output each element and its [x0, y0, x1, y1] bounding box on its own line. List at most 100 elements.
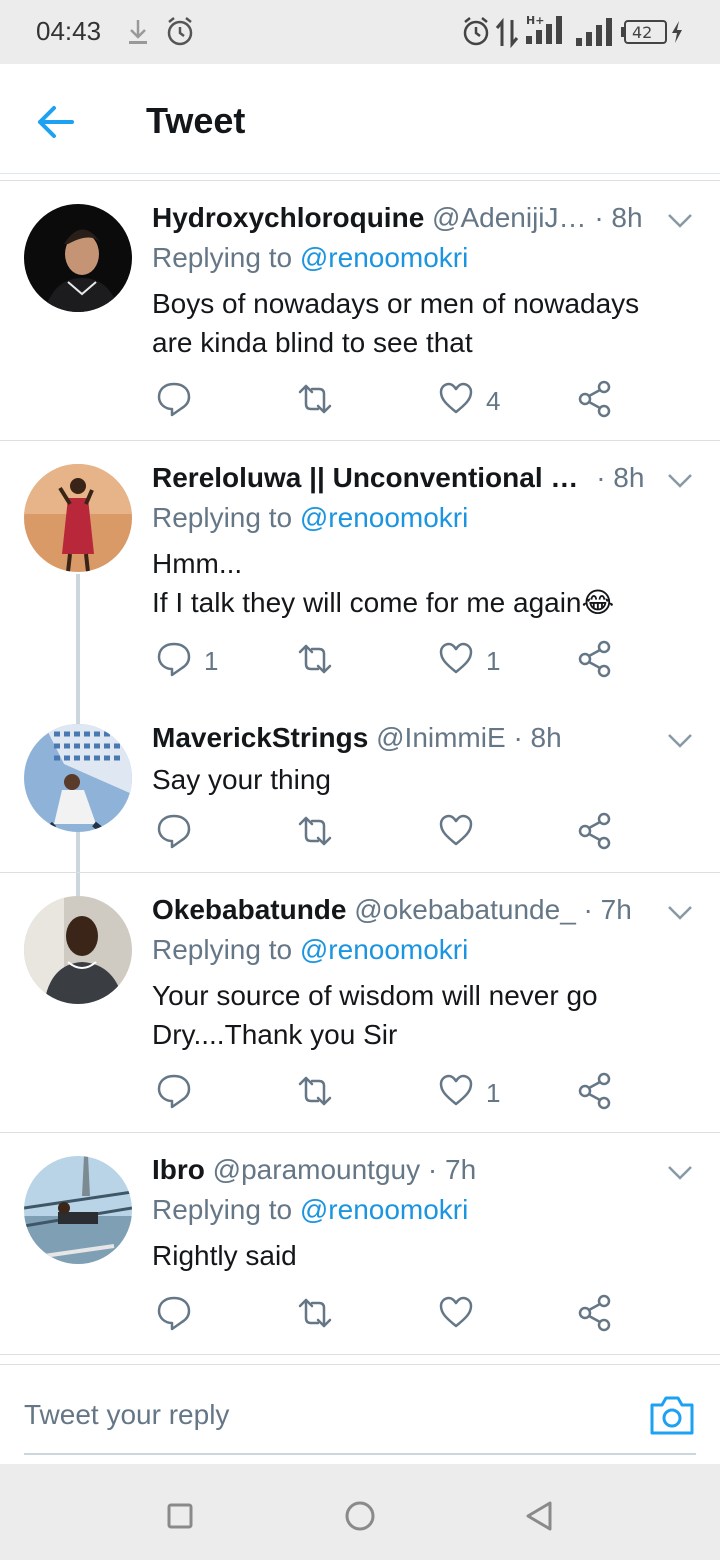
user-handle[interactable]: @okebabatunde_ [354, 894, 576, 925]
divider [0, 1354, 720, 1355]
like-count: 4 [486, 386, 501, 416]
retweet-button[interactable] [296, 812, 396, 852]
share-button[interactable] [578, 380, 618, 420]
user-handle[interactable]: @AdenijiJ… [432, 202, 586, 233]
tweet-actions: 4 [152, 380, 632, 420]
back-button[interactable] [32, 102, 78, 142]
tweet-text-line: Dry....Thank you Sir [152, 1019, 398, 1050]
like-count: 1 [486, 1078, 501, 1108]
share-button[interactable] [578, 1294, 618, 1334]
back-icon[interactable] [520, 1496, 560, 1536]
retweet-button[interactable] [296, 380, 396, 420]
alarm-icon [463, 17, 489, 46]
tweet-text-line: are kinda blind to see that [152, 327, 473, 358]
recent-apps-icon[interactable] [160, 1496, 200, 1536]
display-name[interactable]: Rereloluwa || Unconventional … [152, 462, 578, 493]
app-header: Tweet [0, 64, 720, 174]
heart-icon [439, 382, 473, 414]
display-name[interactable]: Okebabatunde [152, 894, 346, 925]
status-bar: 04:43 H+ 42 [0, 0, 720, 64]
tweet-item[interactable]: Okebabatunde @okebabatunde_ · 7h Replyin… [0, 872, 720, 1132]
tweet-text-line: Say your thing [152, 764, 331, 795]
replying-to: Replying to @renoomokri [152, 242, 468, 274]
chevron-down-icon[interactable] [666, 1164, 694, 1182]
tweet-time: · 7h [583, 894, 632, 925]
camera-icon [650, 1396, 694, 1435]
share-icon [578, 380, 611, 418]
replying-to: Replying to @renoomokri [152, 934, 468, 966]
tweet-text-line: Hmm... [152, 548, 243, 579]
reply-button[interactable]: 1 [156, 640, 256, 680]
avatar[interactable] [24, 204, 132, 312]
camera-button[interactable] [648, 1393, 696, 1439]
arrow-left-icon [38, 106, 74, 138]
chevron-down-icon[interactable] [666, 732, 694, 750]
display-name[interactable]: Hydroxychloroquine [152, 202, 424, 233]
replying-to: Replying to @renoomokri [152, 1194, 468, 1226]
tweet-text-line: Your source of wisdom will never go [152, 980, 598, 1011]
avatar[interactable] [24, 724, 132, 832]
reply-icon [157, 1074, 191, 1109]
like-button[interactable] [438, 1294, 538, 1334]
tweet-actions [152, 1294, 632, 1334]
tweet-item[interactable]: MaverickStrings @InimmiE · 8h Say your t… [0, 700, 720, 872]
svg-text:H+: H+ [526, 14, 544, 27]
tweet-time: · 8h [594, 202, 643, 233]
user-handle[interactable]: @paramountguy [213, 1154, 420, 1185]
display-name[interactable]: MaverickStrings [152, 722, 368, 753]
retweet-button[interactable] [296, 640, 396, 680]
like-button[interactable]: 1 [438, 640, 538, 680]
tweet-item[interactable]: Rereloluwa || Unconventional … · 8h Repl… [0, 440, 720, 700]
heart-icon [439, 1296, 473, 1328]
retweet-button[interactable] [296, 1294, 396, 1334]
chevron-down-icon[interactable] [666, 472, 694, 490]
replying-to: Replying to @renoomokri [152, 502, 468, 534]
system-nav-bar [0, 1464, 720, 1560]
signal-hplus-icon: H+ [526, 14, 562, 44]
mention-link[interactable]: @renoomokri [300, 1194, 468, 1225]
reply-composer [0, 1364, 720, 1464]
tweet-actions [152, 812, 632, 852]
tweet-header: Okebabatunde @okebabatunde_ · 7h [152, 894, 662, 930]
battery-icon: 42 [621, 20, 667, 44]
page-title: Tweet [146, 100, 246, 141]
reply-button[interactable] [156, 380, 256, 420]
mention-link[interactable]: @renoomokri [300, 242, 468, 273]
reply-button[interactable] [156, 812, 256, 852]
reply-icon [157, 642, 191, 677]
avatar[interactable] [24, 896, 132, 1004]
retweet-icon [298, 1076, 332, 1106]
reply-count: 1 [204, 646, 219, 676]
mention-link[interactable]: @renoomokri [300, 502, 468, 533]
share-button[interactable] [578, 1072, 618, 1112]
retweet-icon [298, 816, 332, 846]
reply-button[interactable] [156, 1072, 256, 1112]
reply-input[interactable] [24, 1393, 624, 1437]
share-button[interactable] [578, 640, 618, 680]
tweet-header: Hydroxychloroquine @AdenijiJ… · 8h [152, 202, 662, 238]
tweet-item[interactable]: Ibro @paramountguy · 7h Replying to @ren… [0, 1132, 720, 1354]
like-button[interactable]: 1 [438, 1072, 538, 1112]
display-name[interactable]: Ibro [152, 1154, 205, 1185]
replying-label: Replying to [152, 502, 300, 533]
reply-icon [157, 1296, 191, 1331]
avatar[interactable] [24, 1156, 132, 1264]
mention-link[interactable]: @renoomokri [300, 934, 468, 965]
tweet-item[interactable]: Hydroxychloroquine @AdenijiJ… · 8h Reply… [0, 180, 720, 440]
retweet-button[interactable] [296, 1072, 396, 1112]
like-button[interactable] [438, 812, 538, 852]
tweet-time: · 7h [427, 1154, 477, 1185]
chevron-down-icon[interactable] [666, 212, 694, 230]
status-time: 04:43 [36, 16, 102, 46]
avatar[interactable] [24, 464, 132, 572]
tweet-text-line: Rightly said [152, 1240, 297, 1271]
like-button[interactable]: 4 [438, 380, 538, 420]
home-icon[interactable] [340, 1496, 380, 1536]
user-handle[interactable]: @InimmiE [376, 722, 506, 753]
reply-button[interactable] [156, 1294, 256, 1334]
share-icon [578, 1294, 611, 1332]
chevron-down-icon[interactable] [666, 904, 694, 922]
replying-label: Replying to [152, 242, 300, 273]
alarm-icon [167, 17, 193, 46]
share-button[interactable] [578, 812, 618, 852]
